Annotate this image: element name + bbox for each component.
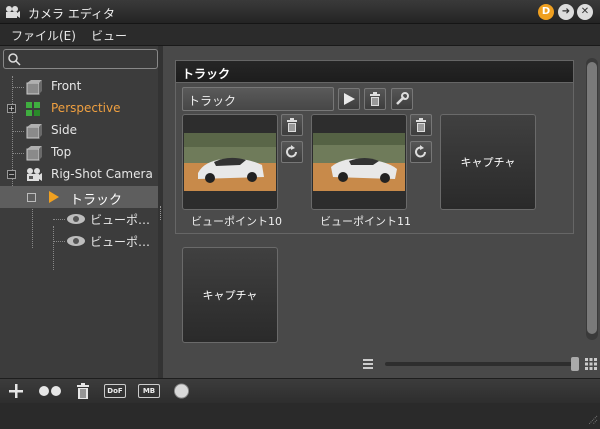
viewpoint-card-2[interactable] [311,114,407,210]
add-icon[interactable] [8,383,24,399]
refresh-icon [286,145,297,158]
tree-item-label: Top [51,145,72,159]
viewpoint-thumbnail [184,133,276,191]
track-group-title: トラック [182,67,231,81]
resize-grip-icon[interactable] [586,413,598,425]
recapture-viewpoint-button[interactable] [281,141,303,163]
trash-icon [287,118,297,132]
tree-item-side[interactable]: Side [0,120,158,142]
menu-bar: ファイル(E) ビュー [0,24,600,46]
tree-item-perspective[interactable]: + Perspective [0,98,158,120]
viewpoint-card-1[interactable] [182,114,278,210]
camera-box-icon [26,146,42,161]
trash-icon [370,92,380,106]
delete-viewpoint-button[interactable] [281,114,303,136]
trash-icon [416,118,426,132]
trash-icon[interactable] [76,383,90,399]
window-title: カメラ エディタ [28,7,115,21]
wrench-icon [396,92,409,105]
track-settings-button[interactable] [391,88,413,110]
tree-item-label: Perspective [51,101,121,115]
capture-label: キャプチャ [202,289,258,302]
forward-arrow-icon[interactable]: ➜ [558,4,574,20]
track-name-field[interactable]: トラック [182,87,334,111]
sphere-icon[interactable] [173,383,190,399]
track-checkbox[interactable] [27,193,36,202]
capture-viewpoint-button[interactable]: キャプチャ [440,114,536,210]
tree-item-viewpoint[interactable]: ビューポ… [0,208,158,230]
vertical-scrollbar[interactable] [586,58,598,340]
eye-icon [67,236,85,246]
title-bar: カメラ エディタ D ➜ ✕ [0,0,600,24]
search-input[interactable] [3,49,158,69]
eye-icon [67,214,85,224]
list-view-icon[interactable] [362,358,374,370]
viewpoint-label: ビューポイント11 [320,215,411,228]
tree-item-label: ビューポ… [90,213,151,227]
thumbnail-size-slider[interactable] [385,362,578,366]
play-button[interactable] [338,88,360,110]
delete-track-button[interactable] [364,88,386,110]
tree-item-front[interactable]: Front [0,76,158,98]
help-button[interactable]: D [538,4,554,20]
tree-item-label: トラック [70,193,123,208]
menu-view[interactable]: ビュー [91,27,127,44]
expand-toggle[interactable]: + [7,104,16,113]
viewpoint-label: ビューポイント10 [191,215,282,228]
tree-item-label: Rig-Shot Camera [51,167,153,181]
tree-item-viewpoint[interactable]: ビューポ… [0,230,158,252]
grid-view-icon[interactable] [585,358,597,370]
refresh-icon [415,145,426,158]
rig-camera-icon [27,168,42,181]
capture-label: キャプチャ [460,156,516,169]
search-icon [8,53,21,66]
close-icon[interactable]: ✕ [577,4,593,20]
stereo-camera-icon[interactable] [38,383,62,399]
tree-item-top[interactable]: Top [0,142,158,164]
delete-viewpoint-button[interactable] [410,114,432,136]
slider-handle[interactable] [571,357,579,371]
play-track-icon [49,191,59,203]
tree-item-label: Front [51,79,82,93]
tree-item-track[interactable]: トラック [0,186,158,208]
camera-box-icon [26,124,42,139]
status-bar [0,403,600,429]
capture-new-track-button[interactable]: キャプチャ [182,247,278,343]
camera-editor-app-icon [6,6,20,18]
camera-box-icon [26,80,42,95]
scrollbar-thumb[interactable] [587,62,597,334]
menu-file[interactable]: ファイル(E) [11,27,76,44]
camera-tree-pane: Front + Perspective Side Top − Rig-Shot … [0,46,158,378]
motion-blur-button[interactable]: MB [138,384,160,398]
perspective-camera-icon [26,102,40,116]
recapture-viewpoint-button[interactable] [410,141,432,163]
tree-item-rig-shot-camera[interactable]: − Rig-Shot Camera [0,164,158,186]
tree-item-label: Side [51,123,77,137]
track-name-value: トラック [188,94,237,108]
play-icon [344,93,355,105]
track-group-header: トラック [176,61,573,83]
dof-button[interactable]: DoF [104,384,126,398]
collapse-toggle[interactable]: − [7,170,16,179]
tree-item-label: ビューポ… [90,235,151,249]
viewpoint-thumbnail [313,133,405,191]
bottom-toolbar: DoF MB [0,378,600,403]
